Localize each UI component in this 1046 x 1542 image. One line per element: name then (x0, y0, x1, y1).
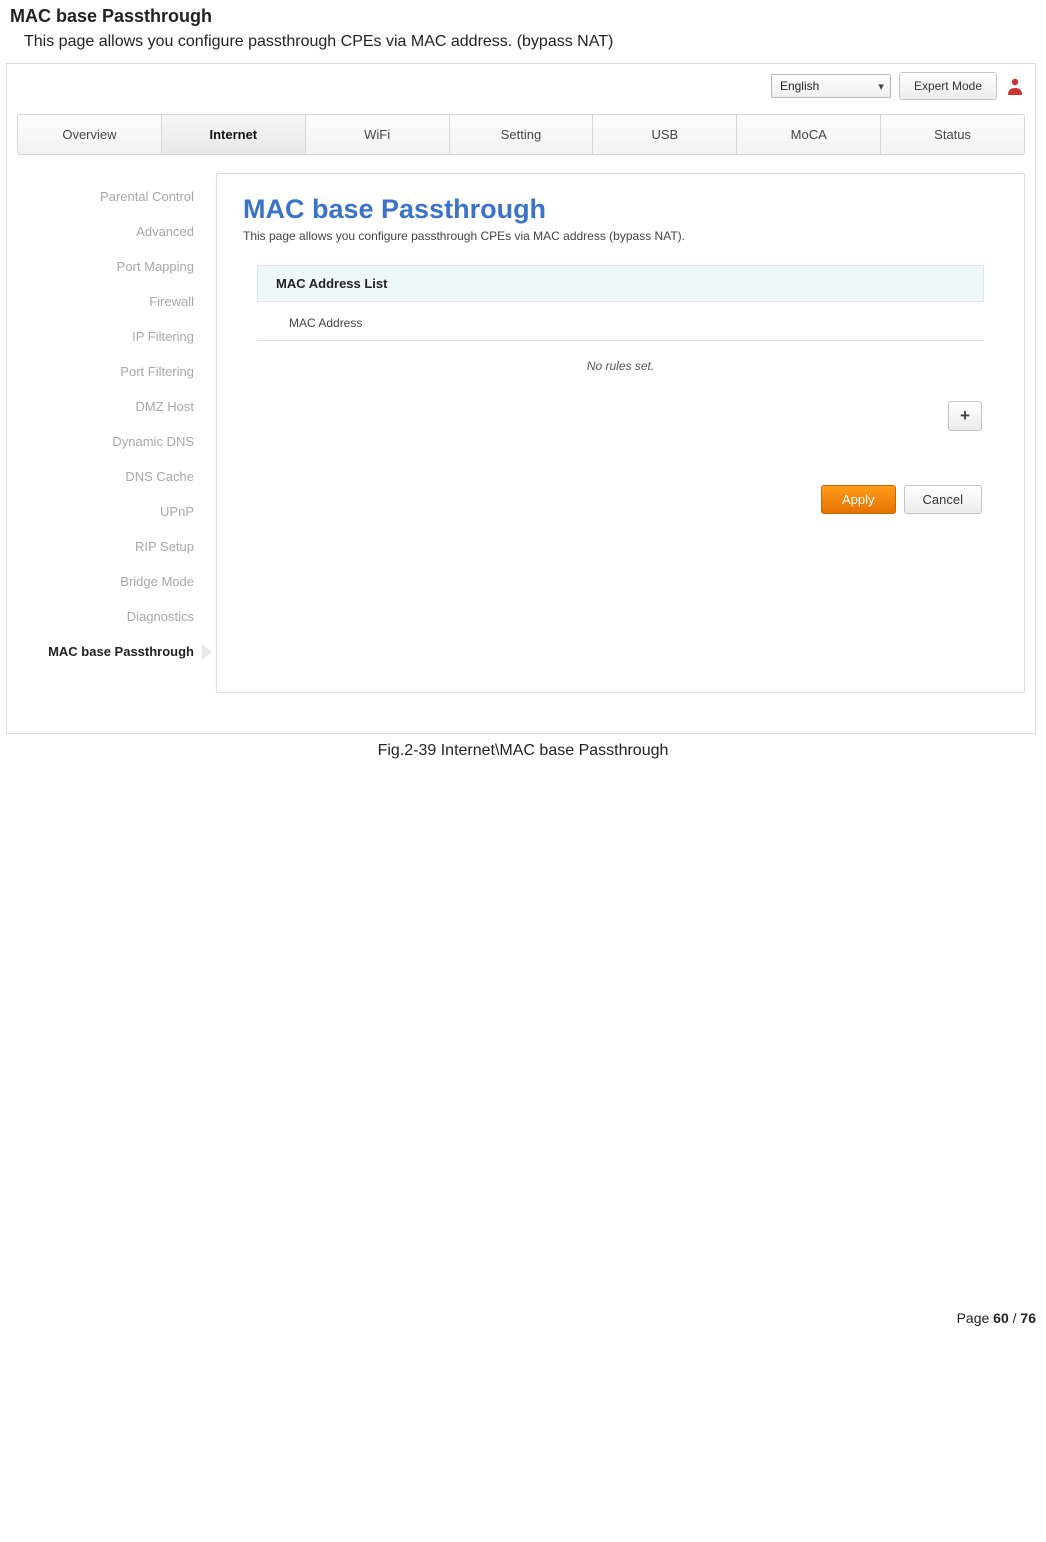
page-label: Page (957, 1310, 994, 1326)
sidebar-item-firewall[interactable]: Firewall (17, 284, 202, 319)
sidebar-item-parental-control[interactable]: Parental Control (17, 179, 202, 214)
empty-rules-message: No rules set. (257, 341, 984, 401)
main-tabs: Overview Internet WiFi Setting USB MoCA … (17, 114, 1025, 155)
content-panel: MAC base Passthrough This page allows yo… (216, 173, 1025, 693)
sidebar-item-mac-base-passthrough[interactable]: MAC base Passthrough (17, 634, 202, 669)
tab-wifi[interactable]: WiFi (306, 115, 450, 154)
mac-list-section-header: MAC Address List (257, 265, 984, 302)
page-current: 60 (993, 1310, 1009, 1326)
page-sep: / (1009, 1310, 1021, 1326)
tab-setting[interactable]: Setting (450, 115, 594, 154)
topbar: English Expert Mode (7, 64, 1035, 108)
add-row-button[interactable]: + (948, 401, 982, 431)
tab-overview[interactable]: Overview (18, 115, 162, 154)
sidebar-item-diagnostics[interactable]: Diagnostics (17, 599, 202, 634)
user-icon[interactable] (1005, 76, 1025, 96)
tab-status[interactable]: Status (881, 115, 1024, 154)
sidebar-item-ip-filtering[interactable]: IP Filtering (17, 319, 202, 354)
tab-usb[interactable]: USB (593, 115, 737, 154)
figure-caption: Fig.2-39 Internet\MAC base Passthrough (0, 742, 1046, 760)
sidebar-item-dmz-host[interactable]: DMZ Host (17, 389, 202, 424)
page-total: 76 (1020, 1310, 1036, 1326)
sidebar: Parental Control Advanced Port Mapping F… (17, 173, 202, 693)
column-mac-address: MAC Address (257, 302, 984, 341)
doc-desc: This page allows you configure passthrou… (24, 33, 1036, 51)
sidebar-item-port-filtering[interactable]: Port Filtering (17, 354, 202, 389)
apply-button[interactable]: Apply (821, 485, 896, 514)
panel-title: MAC base Passthrough (243, 194, 998, 225)
sidebar-item-advanced[interactable]: Advanced (17, 214, 202, 249)
doc-title: MAC base Passthrough (10, 6, 1036, 27)
sidebar-item-port-mapping[interactable]: Port Mapping (17, 249, 202, 284)
sidebar-item-bridge-mode[interactable]: Bridge Mode (17, 564, 202, 599)
tab-internet[interactable]: Internet (162, 115, 306, 154)
language-select[interactable]: English (771, 74, 891, 98)
router-admin-screenshot: English Expert Mode Overview Internet Wi… (6, 63, 1036, 734)
sidebar-item-rip-setup[interactable]: RIP Setup (17, 529, 202, 564)
sidebar-item-upnp[interactable]: UPnP (17, 494, 202, 529)
panel-desc: This page allows you configure passthrou… (243, 229, 998, 243)
tab-moca[interactable]: MoCA (737, 115, 881, 154)
cancel-button[interactable]: Cancel (904, 485, 982, 514)
expert-mode-button[interactable]: Expert Mode (899, 72, 997, 100)
sidebar-item-dns-cache[interactable]: DNS Cache (17, 459, 202, 494)
sidebar-item-dynamic-dns[interactable]: Dynamic DNS (17, 424, 202, 459)
page-footer: Page 60 / 76 (0, 760, 1046, 1336)
